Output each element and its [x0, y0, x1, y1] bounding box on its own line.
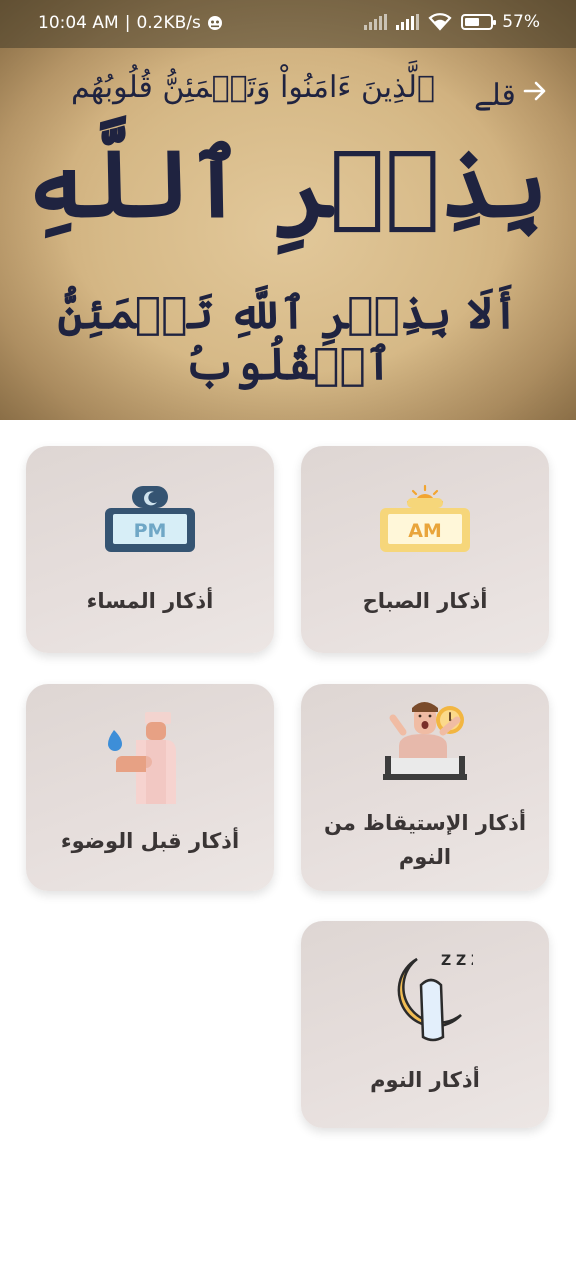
- waking-man-icon: [301, 692, 549, 788]
- am-text: AM: [408, 520, 442, 542]
- card-waking-adhkar[interactable]: أذكار الإستيقاظ من النوم: [301, 684, 549, 891]
- verse-mark: قلے: [474, 78, 516, 113]
- card-sleep-adhkar[interactable]: Z Z Z أذكار النوم: [301, 921, 549, 1128]
- card-wudu-label: أذكار قبل الوضوء: [60, 829, 240, 853]
- sleep-moon-icon: Z Z Z: [301, 945, 549, 1045]
- pm-sign-icon: PM: [26, 482, 274, 558]
- card-sleep-label: أذكار النوم: [370, 1068, 480, 1092]
- wudu-icon: [26, 710, 274, 806]
- status-bar: 10:04 AM | 0.2KB/s 57%: [0, 0, 576, 48]
- card-evening-adhkar[interactable]: PM أذكار المساء: [26, 446, 274, 653]
- wifi-icon: [428, 13, 452, 31]
- status-time: 10:04 AM: [38, 13, 119, 33]
- card-waking-label: أذكار الإستيقاظ من النوم: [323, 811, 527, 869]
- status-net-speed: 0.2KB/s: [136, 13, 201, 33]
- card-wudu-adhkar[interactable]: أذكار قبل الوضوء: [26, 684, 274, 891]
- card-morning-adhkar[interactable]: AM أذكار الصباح: [301, 446, 549, 653]
- signal-icon-2: [396, 14, 420, 30]
- notification-icon: [207, 15, 223, 31]
- status-separator: |: [124, 13, 131, 33]
- battery-icon: [461, 14, 497, 30]
- signal-icon: [364, 14, 388, 30]
- header-banner: 10:04 AM | 0.2KB/s 57% ٱلَّذِينَ ءَامَنُ…: [0, 0, 576, 420]
- card-evening-label: أذكار المساء: [86, 589, 214, 613]
- pm-text: PM: [134, 520, 167, 542]
- zzz-text: Z Z Z: [441, 953, 473, 969]
- forward-arrow-icon[interactable]: [520, 76, 550, 106]
- am-sign-icon: AM: [301, 482, 549, 558]
- verse-line-2: بِذِكۡرِ ٱللَّهِ: [28, 130, 548, 238]
- battery-percent: 57%: [502, 12, 540, 32]
- card-morning-label: أذكار الصباح: [362, 589, 488, 613]
- verse-line-3: أَلَا بِذِكۡرِ ٱللَّهِ تَطۡمَئِنُّ ٱلۡقُ…: [57, 288, 519, 390]
